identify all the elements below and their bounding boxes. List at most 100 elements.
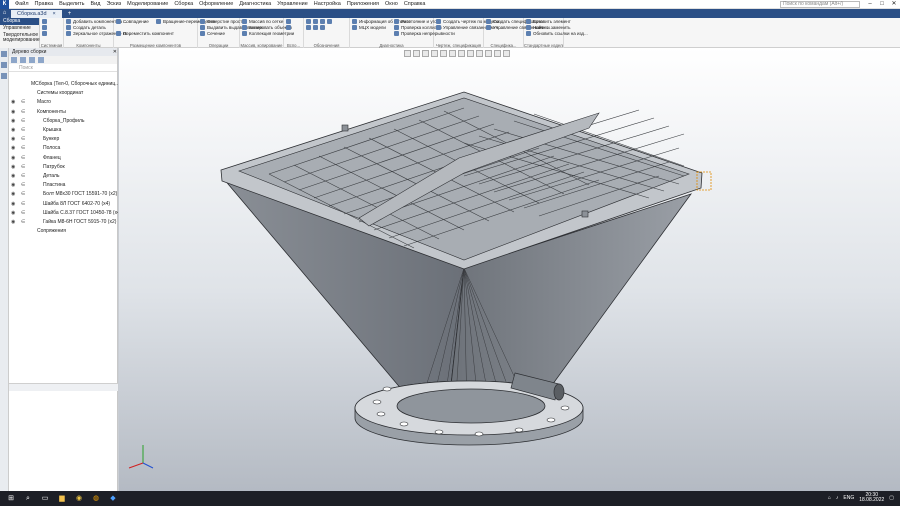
include-icon[interactable]: ∈ — [21, 172, 25, 180]
hole-button[interactable]: Отверстие простое — [198, 18, 247, 24]
include-icon[interactable]: ∈ — [21, 209, 25, 217]
include-icon[interactable]: ∈ — [21, 98, 25, 106]
filter-icon[interactable] — [29, 57, 35, 63]
menu-item[interactable]: Настройка — [311, 1, 344, 7]
volume-icon[interactable]: ♪ — [836, 495, 839, 501]
visibility-eye-icon[interactable]: ◉ — [11, 126, 15, 134]
extrude-button[interactable]: Выдавить выдавливанием — [198, 24, 263, 30]
new-tab-icon[interactable]: + — [68, 11, 72, 17]
close-tab-icon[interactable]: × — [53, 10, 56, 18]
section-button[interactable]: Сечение — [198, 30, 239, 36]
tree-item[interactable]: ◉ ∈ Патрубок — [9, 163, 118, 171]
create-specification-button[interactable]: Создать спецификацию — [484, 18, 543, 24]
menu-item[interactable]: Моделирование — [124, 1, 171, 7]
designation-button[interactable] — [304, 24, 349, 30]
include-icon[interactable]: ∈ — [21, 108, 25, 116]
tree-item[interactable]: ◉ ∈ Macro — [9, 98, 118, 106]
include-icon[interactable]: ∈ — [21, 181, 25, 189]
visibility-eye-icon[interactable]: ◉ — [11, 163, 15, 171]
tree-panel-icon[interactable] — [1, 51, 7, 57]
menu-item[interactable]: Оформление — [196, 1, 236, 7]
document-tab[interactable]: Сборка.a3d × — [11, 9, 62, 18]
tree-item[interactable]: ◉ ∈ Фланец — [9, 154, 118, 162]
tree-item[interactable]: ◉ ∈ Бункер — [9, 135, 118, 143]
task-view-icon[interactable]: ▭ — [39, 494, 51, 504]
visibility-eye-icon[interactable]: ◉ — [11, 190, 15, 198]
panel-close-icon[interactable]: ✕ — [113, 48, 117, 56]
mode-solid-modeling[interactable]: Твердотельное моделирование — [0, 32, 40, 44]
language-indicator[interactable]: ENG — [843, 495, 854, 501]
visibility-eye-icon[interactable]: ◉ — [11, 108, 15, 116]
include-icon[interactable]: ∈ — [21, 190, 25, 198]
include-icon[interactable]: ∈ — [21, 144, 25, 152]
mode-assembly[interactable]: Сборка — [0, 18, 39, 25]
visibility-eye-icon[interactable]: ◉ — [11, 200, 15, 208]
clock[interactable]: 20:30 18.08.2022 — [859, 493, 884, 503]
sort-icon[interactable] — [38, 57, 44, 63]
menu-item[interactable]: Справка — [401, 1, 429, 7]
tree-item[interactable]: ◉ ∈ Шайба 8Л ГОСТ 6402-70 (x4) — [9, 200, 118, 208]
tree-item[interactable]: ◉ ∈ Шайба С.8.37 ГОСТ 10450-78 (x4) — [9, 209, 118, 217]
menu-item[interactable]: Файл — [12, 1, 32, 7]
model-viewport[interactable] — [119, 48, 900, 491]
visibility-eye-icon[interactable]: ◉ — [11, 117, 15, 125]
tree-item[interactable]: ◉ ∈ Компоненты — [9, 108, 118, 116]
visibility-eye-icon[interactable]: ◉ — [11, 144, 15, 152]
notifications-icon[interactable]: ▢ — [889, 495, 894, 501]
visibility-eye-icon[interactable]: ◉ — [11, 172, 15, 180]
include-icon[interactable]: ∈ — [21, 163, 25, 171]
mode-management[interactable]: Управление — [0, 25, 39, 32]
save-doc-button[interactable] — [40, 30, 63, 36]
file-explorer-icon[interactable]: ▆ — [56, 494, 68, 504]
tree-item[interactable]: ◉ ∈ Гайка М8-6Н ГОСТ 5915-70 (x2) — [9, 218, 118, 226]
update-links-button[interactable]: Обновить ссылки на изд... — [524, 30, 588, 36]
menu-item[interactable]: Выделить — [56, 1, 87, 7]
start-icon[interactable]: ⊞ — [5, 494, 17, 504]
command-search-input[interactable]: Поиск по командам (Alt+/) — [780, 1, 860, 8]
geometry-collection-button[interactable]: Коллекция геометрии — [240, 30, 294, 36]
visibility-eye-icon[interactable]: ◉ — [11, 154, 15, 162]
maximize-icon[interactable]: □ — [876, 0, 888, 9]
structure-icon[interactable] — [20, 57, 26, 63]
browser-icon[interactable]: ◍ — [90, 494, 102, 504]
move-component-button[interactable]: Переместить компонент — [114, 30, 197, 36]
network-icon[interactable]: ⌂ — [828, 495, 831, 501]
tree-item[interactable]: ◉ ∈ Деталь — [9, 172, 118, 180]
menu-item[interactable]: Окно — [382, 1, 401, 7]
include-icon[interactable]: ∈ — [21, 117, 25, 125]
mirror-component-button[interactable]: Зеркальное отражение ко... — [64, 30, 131, 36]
include-icon[interactable]: ∈ — [21, 200, 25, 208]
find-replace-button[interactable]: Найти и заменить — [524, 24, 570, 30]
tree-item[interactable]: ◉ ∈ Полоса — [9, 144, 118, 152]
menu-item[interactable]: Сборка — [171, 1, 196, 7]
visibility-eye-icon[interactable]: ◉ — [11, 181, 15, 189]
include-icon[interactable]: ∈ — [21, 218, 25, 226]
tree-item[interactable]: ◉ ∈ Болт M8х30 ГОСТ 15591-70 (x2) — [9, 190, 118, 198]
tree-item[interactable]: Системы координат — [9, 89, 118, 97]
menu-item[interactable]: Управление — [274, 1, 311, 7]
visibility-eye-icon[interactable]: ◉ — [11, 209, 15, 217]
menu-item[interactable]: Приложения — [344, 1, 382, 7]
tree-item[interactable]: Сопряжения — [9, 227, 118, 235]
tree-item[interactable]: МСборка (Тел-0, Сборочных единиц... — [9, 80, 118, 88]
menu-item[interactable]: Вид — [88, 1, 104, 7]
tree-search-input[interactable]: Поиск — [9, 64, 117, 72]
copy-objects-button[interactable]: Копировать объекты — [240, 24, 292, 30]
insert-element-button[interactable]: Вставить элемент — [524, 18, 571, 24]
visibility-eye-icon[interactable]: ◉ — [11, 98, 15, 106]
search-icon[interactable]: ⌕ — [22, 494, 34, 504]
menu-item[interactable]: Эскиз — [103, 1, 124, 7]
tree-view-icon[interactable] — [11, 57, 17, 63]
grid-pattern-button[interactable]: Массив по сетке — [240, 18, 283, 24]
home-icon[interactable]: ⌂ — [0, 9, 9, 18]
include-icon[interactable]: ∈ — [21, 135, 25, 143]
aux-button[interactable] — [284, 24, 303, 30]
chrome-icon[interactable]: ◉ — [73, 494, 85, 504]
manage-drawings-button[interactable]: Управление связанными ч... — [434, 24, 502, 30]
visibility-eye-icon[interactable]: ◉ — [11, 135, 15, 143]
tree-item[interactable]: ◉ ∈ Сборка_Профиль — [9, 117, 118, 125]
kompas-icon[interactable]: ◆ — [107, 494, 119, 504]
menu-item[interactable]: Правка — [32, 1, 57, 7]
close-icon[interactable]: ✕ — [888, 0, 900, 9]
include-icon[interactable]: ∈ — [21, 126, 25, 134]
